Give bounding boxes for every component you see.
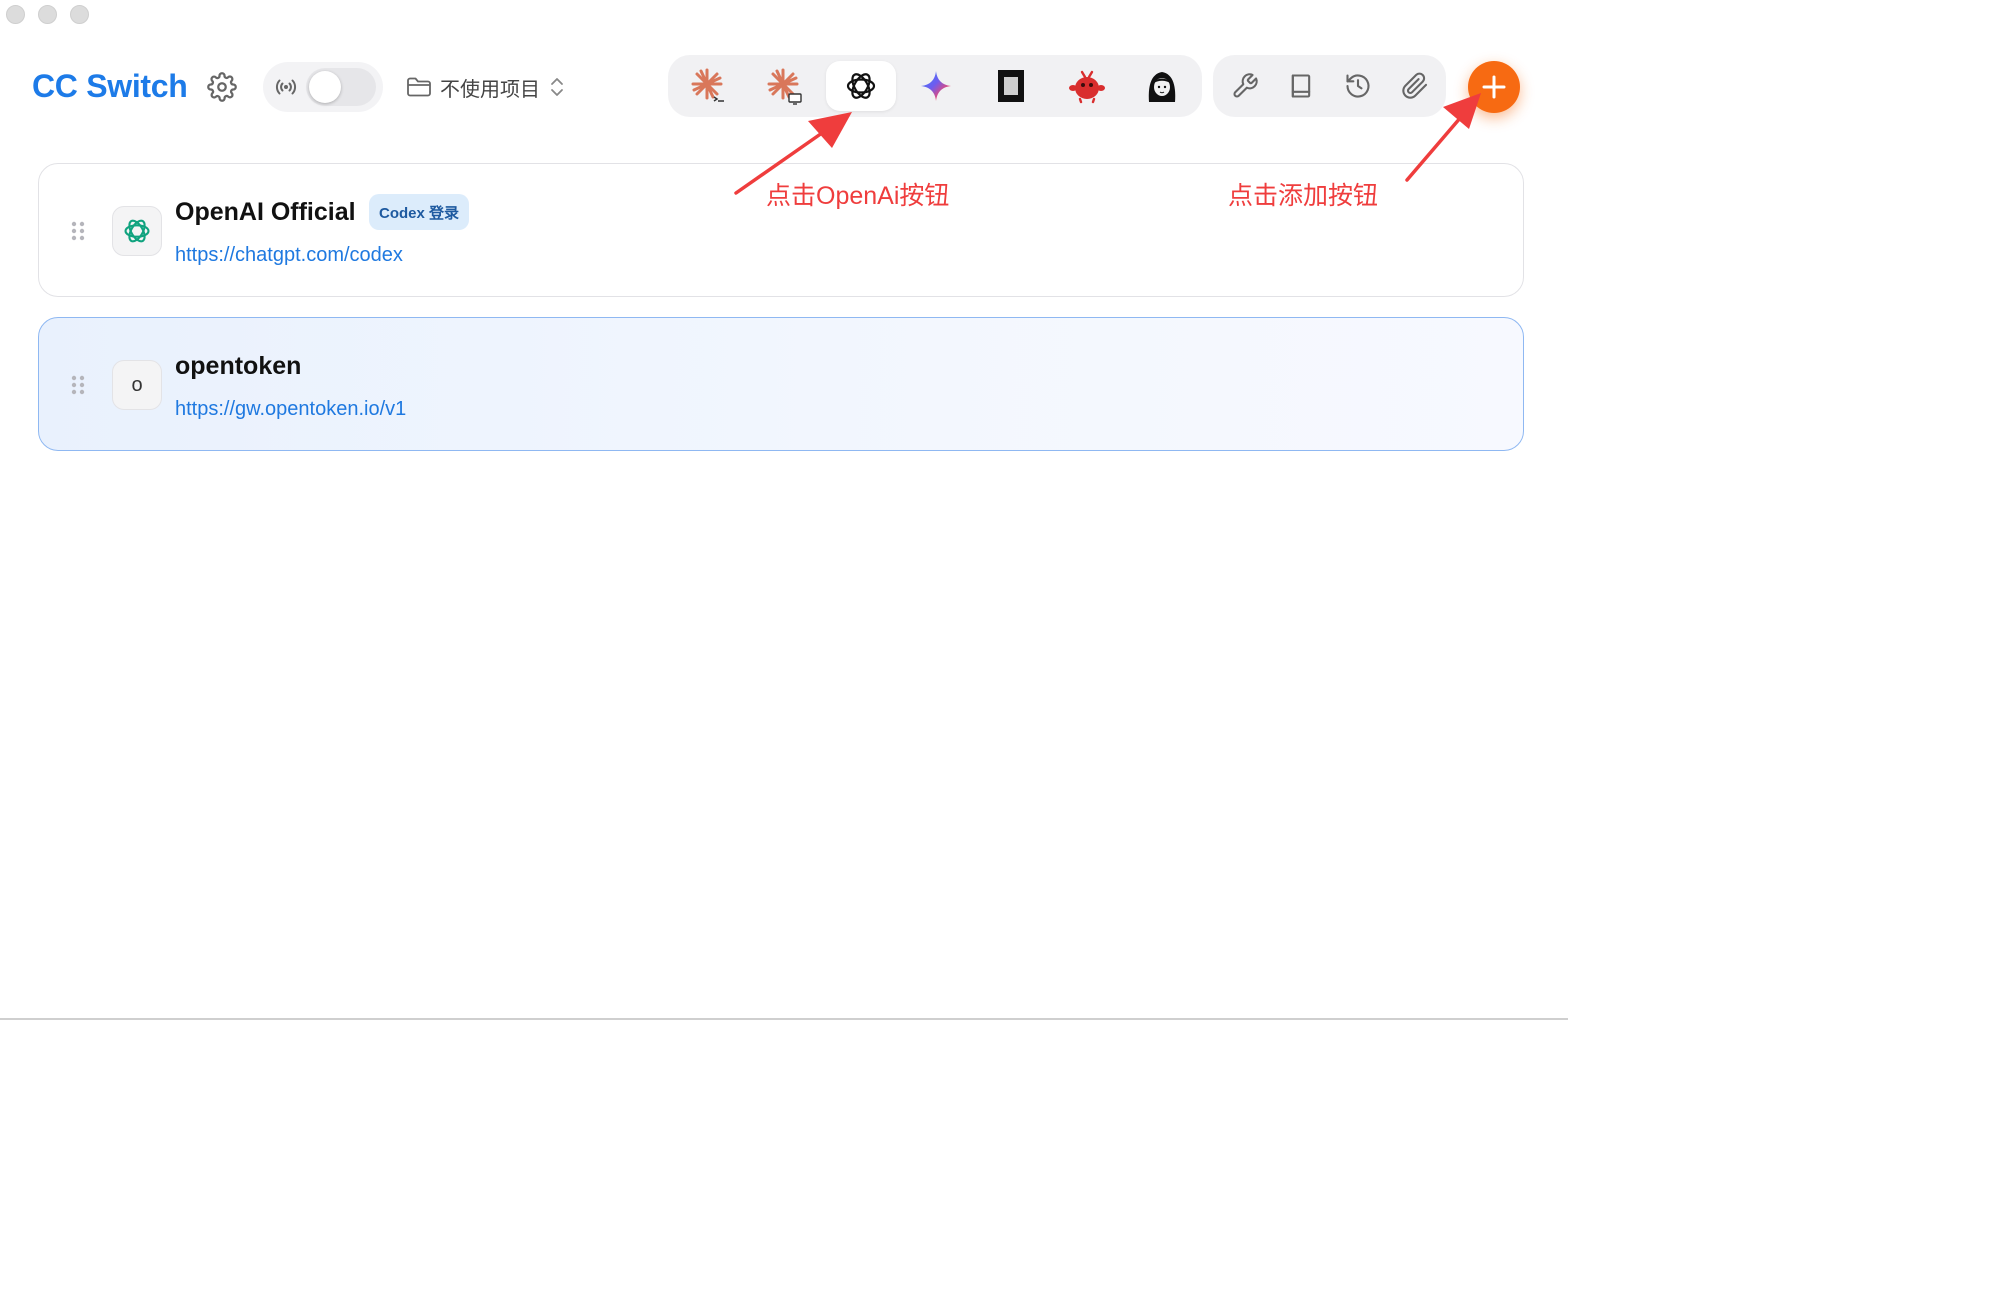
provider-badge: Codex 登录: [369, 194, 470, 230]
paperclip-icon: [1402, 72, 1428, 99]
provider-logo: [112, 206, 162, 256]
claude-desktop-icon: [767, 68, 802, 105]
window-bottom-border: [0, 1018, 1568, 1020]
app-button-codex[interactable]: [826, 61, 896, 111]
app-button-app-6[interactable]: [1052, 61, 1122, 111]
provider-logo-letter: o: [112, 360, 162, 410]
gemini-icon: [921, 71, 951, 101]
provider-name: opentoken: [175, 352, 302, 380]
gear-icon: [207, 72, 237, 102]
history-icon: [1346, 74, 1370, 98]
project-selector-label: 不使用项目: [440, 78, 540, 101]
red-mascot-icon: [1069, 70, 1105, 104]
provider-name: OpenAI Official: [175, 198, 356, 226]
prompts-button[interactable]: [1283, 68, 1319, 104]
app-button-opencode[interactable]: [976, 61, 1046, 111]
claude-terminal-icon: [691, 68, 724, 102]
project-selector[interactable]: 不使用项目: [406, 72, 566, 102]
girl-avatar-icon: [1148, 72, 1176, 102]
annotation-add-hint: 点击添加按钮: [1228, 182, 1379, 210]
toggle-knob: [309, 71, 341, 103]
drag-handle-icon[interactable]: [70, 374, 86, 396]
plus-icon: [1482, 75, 1506, 99]
opencode-icon: [998, 70, 1024, 102]
window-minimize-button[interactable]: [38, 5, 57, 24]
openai-icon: [846, 73, 876, 99]
mcp-button[interactable]: [1227, 68, 1263, 104]
app-title: CC Switch: [32, 68, 188, 104]
add-provider-button[interactable]: [1468, 61, 1520, 113]
window-controls: [6, 5, 89, 24]
window-zoom-button[interactable]: [70, 5, 89, 24]
provider-url-link[interactable]: https://gw.opentoken.io/v1: [175, 398, 406, 421]
skills-button[interactable]: [1397, 68, 1433, 104]
proxy-toggle[interactable]: [306, 68, 376, 106]
broadcast-icon: [275, 79, 297, 95]
history-button[interactable]: [1340, 68, 1376, 104]
app-switcher: [668, 55, 1202, 117]
annotation-openai-hint: 点击OpenAi按钮: [766, 182, 950, 210]
wrench-icon: [1233, 73, 1258, 98]
book-icon: [1291, 74, 1311, 98]
openai-icon: [124, 219, 150, 243]
app-button-claude-desktop[interactable]: [750, 61, 820, 111]
provider-card-opentoken[interactable]: o opentoken https://gw.opentoken.io/v1: [38, 317, 1524, 451]
app-button-app-7[interactable]: [1127, 61, 1197, 111]
drag-handle-icon[interactable]: [70, 220, 86, 242]
window-close-button[interactable]: [6, 5, 25, 24]
chevron-up-down-icon: [551, 78, 563, 96]
annotation-arrows: [734, 93, 1481, 195]
settings-button[interactable]: [207, 72, 237, 102]
folder-icon: [407, 77, 431, 97]
app-button-gemini[interactable]: [901, 61, 971, 111]
proxy-control: [263, 62, 383, 112]
provider-url-link[interactable]: https://chatgpt.com/codex: [175, 244, 403, 267]
app-button-claude-code[interactable]: [674, 61, 744, 111]
tool-buttons: [1213, 55, 1446, 117]
